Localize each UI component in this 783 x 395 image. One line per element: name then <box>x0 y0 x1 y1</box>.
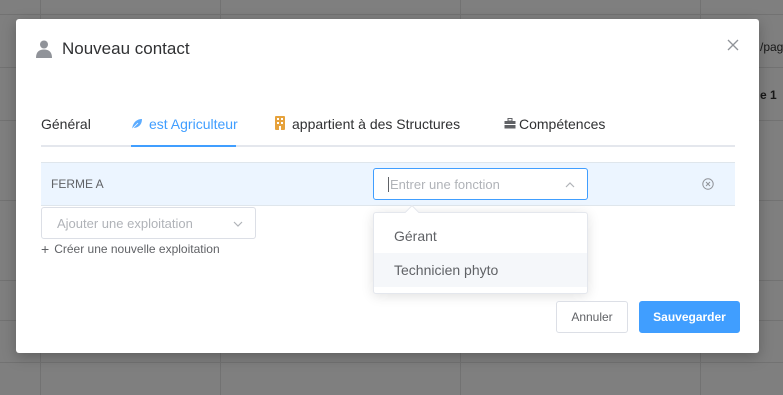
dropdown-caret <box>404 204 420 220</box>
dropdown-option-technicien[interactable]: Technicien phyto <box>374 253 587 287</box>
create-exploitation-link[interactable]: + Créer une nouvelle exploitation <box>41 241 220 257</box>
remove-row-icon[interactable] <box>702 178 714 190</box>
tab-general[interactable]: Général <box>41 116 91 147</box>
contact-tabs: Général est Agriculteur appartient à des… <box>41 116 735 147</box>
exploitation-name: FERME A <box>51 177 104 191</box>
building-icon <box>275 116 285 130</box>
chevron-up-icon <box>565 182 575 188</box>
create-exploitation-label: Créer une nouvelle exploitation <box>54 242 220 256</box>
tab-agriculteur[interactable]: est Agriculteur <box>131 116 238 147</box>
toolbox-icon <box>504 118 516 129</box>
dialog-header: Nouveau contact <box>36 39 190 59</box>
table-row: FERME A Entrer une fonction <box>41 162 735 206</box>
tab-structures[interactable]: appartient à des Structures <box>274 116 460 147</box>
user-icon <box>36 40 52 58</box>
cancel-button[interactable]: Annuler <box>556 301 628 333</box>
new-contact-dialog: Nouveau contact Général est Agriculteur … <box>16 19 759 353</box>
leaf-icon <box>131 119 142 130</box>
tab-competences[interactable]: Compétences <box>504 116 605 147</box>
chevron-down-icon <box>233 221 243 227</box>
add-exploitation-placeholder: Ajouter une exploitation <box>57 216 193 231</box>
plus-icon: + <box>41 241 50 257</box>
dialog-title: Nouveau contact <box>62 39 190 58</box>
tab-label: Général <box>41 116 91 132</box>
tab-label: appartient à des Structures <box>292 116 461 132</box>
dropdown-option-gerant[interactable]: Gérant <box>374 219 587 253</box>
function-dropdown: Gérant Technicien phyto <box>373 204 588 294</box>
function-input[interactable]: Entrer une fonction <box>388 177 500 192</box>
close-icon[interactable] <box>727 39 739 51</box>
tab-label: Compétences <box>519 116 606 132</box>
tab-label: est Agriculteur <box>149 116 238 132</box>
function-select[interactable]: Entrer une fonction <box>373 168 588 200</box>
active-tab-indicator <box>131 145 236 147</box>
add-exploitation-select[interactable]: Ajouter une exploitation <box>41 207 256 239</box>
save-button[interactable]: Sauvegarder <box>639 301 740 333</box>
